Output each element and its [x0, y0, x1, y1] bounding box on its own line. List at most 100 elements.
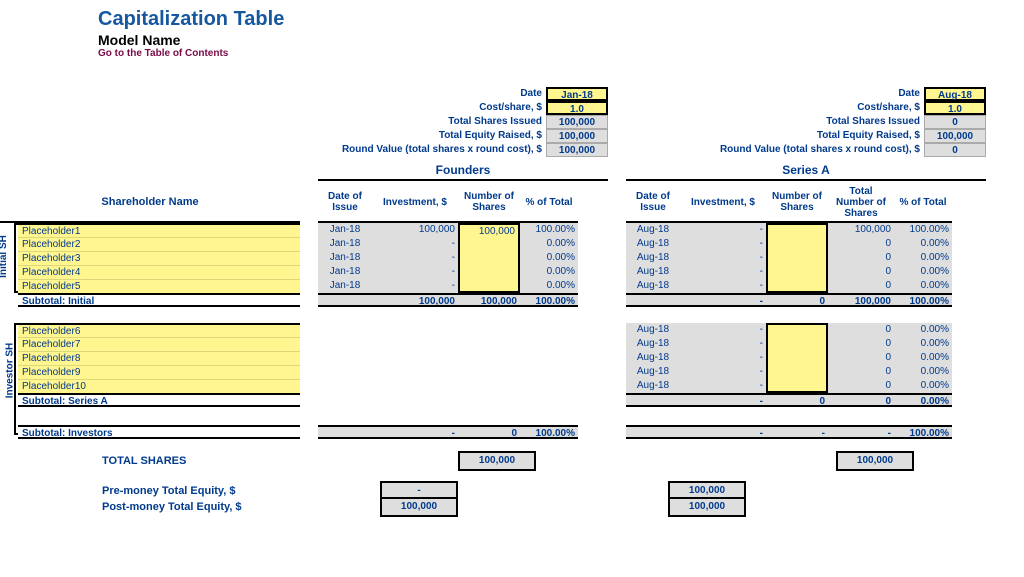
cell-date: Aug-18	[626, 265, 680, 279]
cell-investment: -	[372, 279, 458, 293]
founders-date-input[interactable]: Jan-18	[546, 87, 608, 101]
cell-pct: 0.00%	[894, 337, 952, 351]
hdr-totshares: Total Number of Shares	[828, 183, 894, 223]
cell-date: Aug-18	[626, 351, 680, 365]
toc-link[interactable]: Go to the Table of Contents	[98, 48, 1024, 59]
cell-date: Aug-18	[626, 323, 680, 337]
table-row: Aug-18 - 100,000 100.00%	[626, 223, 986, 237]
cell-shares-input[interactable]	[766, 265, 828, 279]
cell-date: Aug-18	[626, 379, 680, 393]
cell-pct: 0.00%	[894, 279, 952, 293]
seriesa-title: Series A	[626, 163, 986, 181]
cell-shares-input[interactable]: 100,000	[458, 223, 520, 237]
cell-totshares: 0	[828, 251, 894, 265]
cell-pct: 0.00%	[894, 365, 952, 379]
cell-investment: -	[680, 223, 766, 237]
seriesa-total-shares: 100,000	[836, 451, 914, 471]
seriesa-date-input[interactable]: Aug-18	[924, 87, 986, 101]
cell-investment: -	[680, 365, 766, 379]
cell-pct: 0.00%	[894, 323, 952, 337]
table-row	[318, 379, 608, 393]
shareholder-name-input[interactable]: Placeholder1	[18, 223, 300, 237]
shareholder-name-input[interactable]: Placeholder2	[18, 237, 300, 251]
cell-shares-input[interactable]	[458, 237, 520, 251]
cell-pct: 0.00%	[520, 237, 578, 251]
cell-shares-input[interactable]	[766, 279, 828, 293]
shareholder-name-input[interactable]: Placeholder5	[18, 279, 300, 293]
shareholder-name-input[interactable]: Placeholder10	[18, 379, 300, 393]
founders-tsi: 100,000	[546, 115, 608, 129]
shareholder-name-input[interactable]: Placeholder8	[18, 351, 300, 365]
subtotal-row: - 0 0 0.00%	[626, 393, 986, 407]
cell-shares-input[interactable]	[458, 265, 520, 279]
cell-date: Jan-18	[318, 265, 372, 279]
cell-shares-input[interactable]	[766, 365, 828, 379]
cell-totshares: 0	[828, 237, 894, 251]
cell-date: Jan-18	[318, 279, 372, 293]
cell-pct: 100.00%	[894, 223, 952, 237]
table-row: Aug-18 - 0 0.00%	[626, 279, 986, 293]
table-row: Aug-18 - 0 0.00%	[626, 265, 986, 279]
table-row: Jan-18 - 0.00%	[318, 265, 608, 279]
cell-shares-input[interactable]	[766, 323, 828, 337]
founders-cost-input[interactable]: 1.0	[546, 101, 608, 115]
cell-totshares: 0	[828, 337, 894, 351]
cell-pct: 0.00%	[894, 265, 952, 279]
hdr-pct: % of Total	[520, 183, 578, 223]
table-row: Aug-18 - 0 0.00%	[626, 365, 986, 379]
cell-totshares: 100,000	[828, 223, 894, 237]
founders-total-shares: 100,000	[458, 451, 536, 471]
cell-shares-input[interactable]	[766, 379, 828, 393]
cell-shares-input[interactable]	[766, 237, 828, 251]
seriesa-tsi: 0	[924, 115, 986, 129]
hdr-inv: Investment, $	[372, 183, 458, 223]
subtotal-seriesa-label: Subtotal: Series A	[18, 393, 300, 407]
cell-totshares: 0	[828, 379, 894, 393]
cell-date: Jan-18	[318, 223, 372, 237]
cell-investment: -	[680, 337, 766, 351]
cell-pct: 0.00%	[520, 279, 578, 293]
investor-sh-vlabel: Investor SH	[0, 323, 14, 439]
label-ter: Total Equity Raised, $	[318, 129, 546, 143]
seriesa-rv: 0	[924, 143, 986, 157]
total-shares-label: TOTAL SHARES	[98, 453, 300, 469]
cell-investment: -	[680, 351, 766, 365]
founders-ter: 100,000	[546, 129, 608, 143]
subtotal-row: - 0 100,000 100.00%	[626, 293, 986, 307]
cell-investment: -	[680, 237, 766, 251]
shareholder-name-input[interactable]: Placeholder7	[18, 337, 300, 351]
pre-money-label: Pre-money Total Equity, $	[98, 483, 300, 499]
cell-pct: 100.00%	[520, 223, 578, 237]
shareholder-name-input[interactable]: Placeholder9	[18, 365, 300, 379]
hdr-date: Date of Issue	[318, 183, 372, 223]
table-row: Aug-18 - 0 0.00%	[626, 379, 986, 393]
seriesa-cost-input[interactable]: 1.0	[924, 101, 986, 115]
cap-table-page: Capitalization Table Model Name Go to th…	[0, 0, 1024, 535]
cell-shares-input[interactable]	[458, 251, 520, 265]
cell-pct: 0.00%	[894, 251, 952, 265]
shareholder-name-input[interactable]: Placeholder3	[18, 251, 300, 265]
seriesa-meta: DateAug-18 Cost/share, $1.0 Total Shares…	[626, 87, 986, 223]
seriesa-ter: 100,000	[924, 129, 986, 143]
cell-date: Aug-18	[626, 251, 680, 265]
cell-shares-input[interactable]	[766, 351, 828, 365]
subtotal-row: 100,000 100,000 100.00%	[318, 293, 608, 307]
table-row: Aug-18 - 0 0.00%	[626, 237, 986, 251]
founders-post-money: 100,000	[380, 497, 458, 517]
cell-investment: -	[680, 251, 766, 265]
cell-investment: -	[680, 379, 766, 393]
cell-shares-input[interactable]	[458, 279, 520, 293]
cell-shares-input[interactable]	[766, 337, 828, 351]
cell-date: Aug-18	[626, 365, 680, 379]
cell-pct: 0.00%	[894, 351, 952, 365]
cell-date: Aug-18	[626, 279, 680, 293]
cell-investment: -	[680, 279, 766, 293]
shareholder-name-input[interactable]: Placeholder6	[18, 323, 300, 337]
cell-totshares: 0	[828, 323, 894, 337]
label-rv: Round Value (total shares x round cost),…	[318, 143, 546, 157]
title-block: Capitalization Table Model Name Go to th…	[98, 8, 1024, 59]
cell-shares-input[interactable]	[766, 223, 828, 237]
shareholder-name-input[interactable]: Placeholder4	[18, 265, 300, 279]
cell-shares-input[interactable]	[766, 251, 828, 265]
table-row: Aug-18 - 0 0.00%	[626, 337, 986, 351]
